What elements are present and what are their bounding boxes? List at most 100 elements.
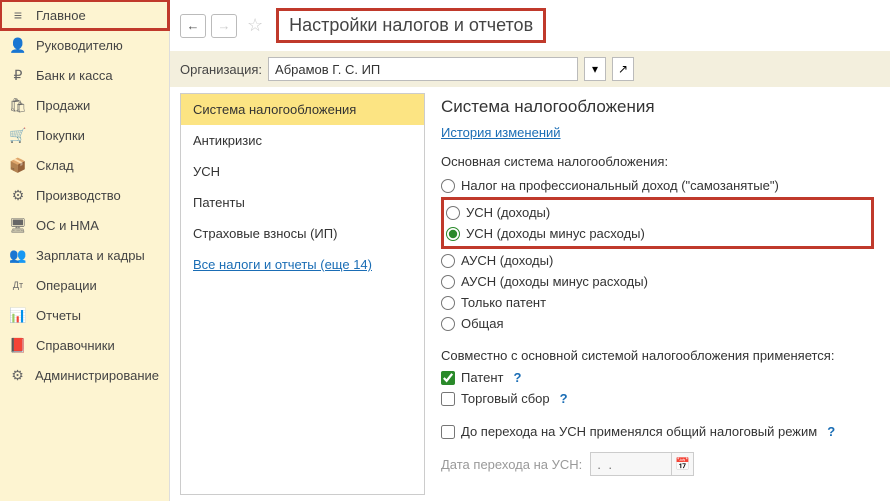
page-title: Настройки налогов и отчетов [276, 8, 546, 43]
sidebar-item-label: Руководителю [36, 38, 123, 53]
main-system-label: Основная система налогообложения: [441, 154, 874, 169]
radio-label: АУСН (доходы минус расходы) [461, 274, 648, 289]
settings-icon: ⚙ [10, 367, 25, 383]
radio-input[interactable] [441, 296, 455, 310]
sidebar-item-label: Операции [36, 278, 97, 293]
check-transition[interactable]: До перехода на УСН применялся общий нало… [441, 421, 874, 442]
radio-input[interactable] [441, 179, 455, 193]
checkbox-input[interactable] [441, 371, 455, 385]
checkbox-input[interactable] [441, 392, 455, 406]
calendar-icon[interactable]: 📅 [671, 453, 693, 475]
radio-input[interactable] [441, 254, 455, 268]
ruble-icon: ₽ [10, 67, 26, 83]
check-patent[interactable]: Патент ? [441, 367, 874, 388]
toolbar: ← → ☆ Настройки налогов и отчетов [170, 0, 890, 51]
sidebar-item-manager[interactable]: 👤 Руководителю [0, 30, 169, 60]
sidebar-item-sales[interactable]: 🛍 Продажи [0, 90, 169, 120]
tab-anticrisis[interactable]: Антикризис [181, 125, 424, 156]
favorite-icon[interactable]: ☆ [247, 15, 263, 36]
sidebar-item-label: Справочники [36, 338, 115, 353]
radio-usn-income-expense[interactable]: УСН (доходы минус расходы) [446, 223, 865, 244]
organization-dropdown-button[interactable]: ▾ [584, 57, 606, 81]
radio-label: УСН (доходы) [466, 205, 550, 220]
sidebar-item-operations[interactable]: Дт Операции [0, 270, 169, 300]
organization-open-button[interactable]: ↗ [612, 57, 634, 81]
gear-icon: ⚙ [10, 187, 26, 203]
tab-tax-system[interactable]: Система налогообложения [181, 94, 424, 125]
content: Система налогообложения Антикризис УСН П… [170, 87, 890, 501]
checkbox-label: До перехода на УСН применялся общий нало… [461, 424, 817, 439]
tab-usn[interactable]: УСН [181, 156, 424, 187]
organization-select[interactable]: Абрамов Г. С. ИП [268, 57, 578, 81]
radio-label: УСН (доходы минус расходы) [466, 226, 645, 241]
radio-self-employed[interactable]: Налог на профессиональный доход ("самоза… [441, 175, 874, 196]
back-button[interactable]: ← [180, 14, 206, 38]
menu-icon: ≡ [10, 7, 26, 23]
sidebar-item-directories[interactable]: 📕 Справочники [0, 330, 169, 360]
radio-highlight-group: УСН (доходы) УСН (доходы минус расходы) [441, 197, 874, 249]
sidebar-item-label: Отчеты [36, 308, 81, 323]
tab-patents[interactable]: Патенты [181, 187, 424, 218]
sidebar-item-label: Главное [36, 8, 86, 23]
help-icon[interactable]: ? [560, 391, 568, 406]
history-link[interactable]: История изменений [441, 125, 561, 140]
sidebar-item-salary[interactable]: 👥 Зарплата и кадры [0, 240, 169, 270]
cart-icon: 🛒 [10, 127, 26, 143]
radio-usn-income[interactable]: УСН (доходы) [446, 202, 865, 223]
sidebar-item-bank[interactable]: ₽ Банк и касса [0, 60, 169, 90]
sidebar-item-assets[interactable]: 🖥 ОС и НМА [0, 210, 169, 240]
date-label: Дата перехода на УСН: [441, 457, 582, 472]
sidebar-item-purchases[interactable]: 🛒 Покупки [0, 120, 169, 150]
sidebar-item-reports[interactable]: 📊 Отчеты [0, 300, 169, 330]
help-icon[interactable]: ? [827, 424, 835, 439]
sidebar-item-label: Продажи [36, 98, 90, 113]
combo-label: Совместно с основной системой налогообло… [441, 348, 874, 363]
sidebar-item-label: Зарплата и кадры [36, 248, 145, 263]
checkbox-input[interactable] [441, 425, 455, 439]
radio-ausn-income-expense[interactable]: АУСН (доходы минус расходы) [441, 271, 874, 292]
check-trade-fee[interactable]: Торговый сбор ? [441, 388, 874, 409]
bag-icon: 🛍 [10, 97, 26, 113]
all-taxes-link[interactable]: Все налоги и отчеты (еще 14) [181, 249, 424, 280]
radio-ausn-income[interactable]: АУСН (доходы) [441, 250, 874, 271]
tab-insurance[interactable]: Страховые взносы (ИП) [181, 218, 424, 249]
sidebar-item-label: Покупки [36, 128, 85, 143]
person-icon: 👤 [10, 37, 26, 53]
main-area: ← → ☆ Настройки налогов и отчетов Органи… [170, 0, 890, 501]
sidebar-item-label: Банк и касса [36, 68, 113, 83]
organization-label: Организация: [180, 62, 262, 77]
checkbox-label: Патент [461, 370, 503, 385]
radio-label: АУСН (доходы) [461, 253, 553, 268]
date-field[interactable] [591, 453, 671, 475]
radio-general[interactable]: Общая [441, 313, 874, 334]
sidebar-item-warehouse[interactable]: 📦 Склад [0, 150, 169, 180]
help-icon[interactable]: ? [513, 370, 521, 385]
dt-icon: Дт [10, 277, 26, 293]
box-icon: 📦 [10, 157, 26, 173]
organization-value: Абрамов Г. С. ИП [275, 62, 380, 77]
chart-icon: 📊 [10, 307, 26, 323]
panel-heading: Система налогообложения [441, 97, 874, 117]
forward-button[interactable]: → [211, 14, 237, 38]
sidebar-item-label: ОС и НМА [36, 218, 99, 233]
radio-input[interactable] [446, 206, 460, 220]
sidebar-item-main[interactable]: ≡ Главное [0, 0, 169, 30]
checkbox-label: Торговый сбор [461, 391, 550, 406]
panel: Система налогообложения История изменени… [425, 87, 890, 501]
sidebar-item-label: Склад [36, 158, 74, 173]
radio-input[interactable] [446, 227, 460, 241]
radio-label: Только патент [461, 295, 546, 310]
people-icon: 👥 [10, 247, 26, 263]
sidebar-item-label: Производство [36, 188, 121, 203]
radio-input[interactable] [441, 275, 455, 289]
tabs-column: Система налогообложения Антикризис УСН П… [180, 93, 425, 495]
date-row: Дата перехода на УСН: 📅 [441, 452, 874, 476]
sidebar: ≡ Главное 👤 Руководителю ₽ Банк и касса … [0, 0, 170, 501]
radio-patent-only[interactable]: Только патент [441, 292, 874, 313]
sidebar-item-admin[interactable]: ⚙ Администрирование [0, 360, 169, 390]
sidebar-item-production[interactable]: ⚙ Производство [0, 180, 169, 210]
organization-row: Организация: Абрамов Г. С. ИП ▾ ↗ [170, 51, 890, 87]
monitor-icon: 🖥 [10, 217, 26, 233]
radio-label: Общая [461, 316, 504, 331]
radio-input[interactable] [441, 317, 455, 331]
